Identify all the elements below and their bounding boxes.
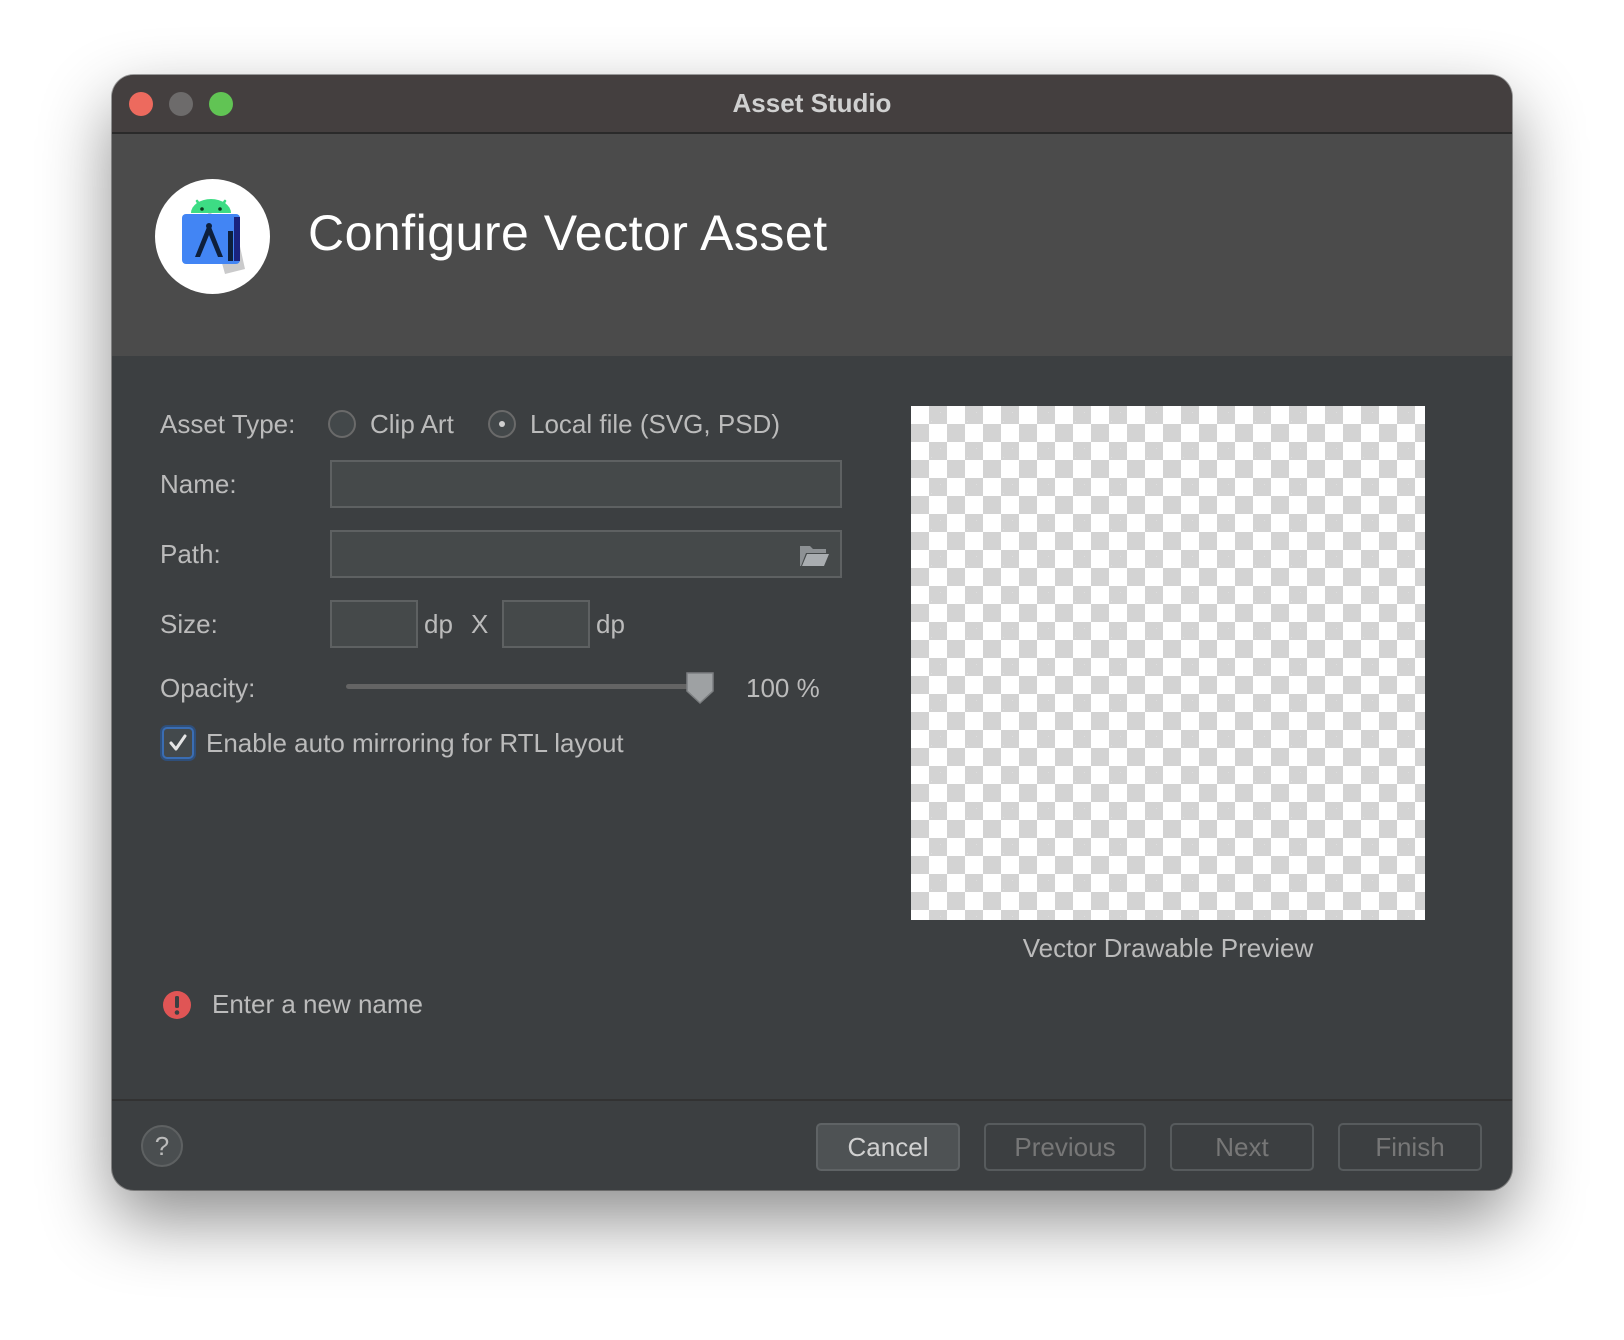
name-label: Name:	[160, 469, 237, 499]
opacity-label: Opacity:	[160, 673, 256, 703]
android-studio-logo-icon	[155, 179, 270, 294]
size-height-unit: dp	[596, 609, 625, 639]
asset-type-label: Asset Type:	[160, 409, 296, 439]
auto-mirroring-label[interactable]: Enable auto mirroring for RTL layout	[206, 728, 624, 759]
title-bar: Asset Studio	[112, 75, 1512, 134]
help-button[interactable]: ?	[141, 1125, 183, 1167]
window-title: Asset Studio	[732, 88, 892, 118]
folder-open-icon[interactable]	[798, 542, 830, 575]
preview-caption: Vector Drawable Preview	[1022, 933, 1314, 963]
size-label: Size:	[160, 609, 218, 639]
radio-local-file-label[interactable]: Local file (SVG, PSD)	[530, 409, 780, 440]
error-icon	[162, 990, 192, 1025]
validation-message: Enter a new name	[212, 989, 424, 1019]
radio-clip-art[interactable]	[328, 410, 356, 438]
size-height-field[interactable]	[502, 600, 590, 648]
path-field[interactable]	[330, 530, 842, 578]
radio-selected-dot	[499, 421, 505, 427]
opacity-value: 100 %	[746, 673, 820, 703]
next-button[interactable]: Next	[1170, 1123, 1314, 1171]
opacity-slider-thumb[interactable]	[685, 671, 715, 710]
opacity-slider-track[interactable]	[346, 684, 700, 689]
radio-clip-art-label[interactable]: Clip Art	[370, 409, 454, 440]
vector-drawable-preview	[911, 406, 1425, 920]
size-width-field[interactable]	[330, 600, 418, 648]
footer-divider	[112, 1099, 1512, 1101]
size-width-unit: dp	[424, 609, 453, 639]
finish-button[interactable]: Finish	[1338, 1123, 1482, 1171]
page-title: Configure Vector Asset	[308, 205, 828, 261]
path-label: Path:	[160, 539, 221, 569]
name-field[interactable]	[330, 460, 842, 508]
radio-local-file[interactable]	[488, 410, 516, 438]
cancel-button[interactable]: Cancel	[816, 1123, 960, 1171]
wizard-header: Configure Vector Asset	[112, 134, 1512, 356]
size-separator: X	[471, 609, 489, 639]
auto-mirroring-checkbox[interactable]	[162, 727, 194, 759]
previous-button[interactable]: Previous	[984, 1123, 1146, 1171]
